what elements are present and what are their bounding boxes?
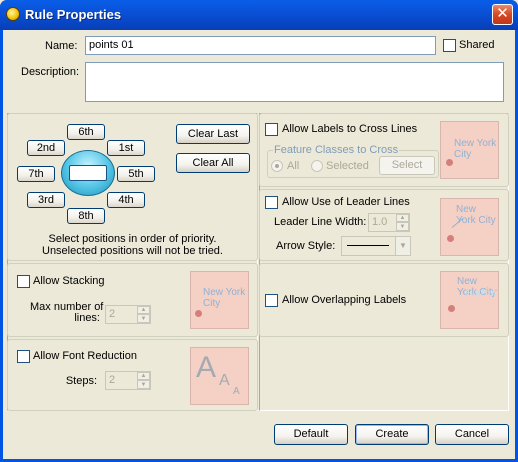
overlapping-preview-overlap: Hudson bbox=[465, 288, 499, 299]
font-reduction-preview-image: A A A bbox=[190, 347, 249, 405]
position-1st-button[interactable]: 1st bbox=[107, 140, 145, 156]
city-point-icon bbox=[447, 235, 454, 242]
city-point-icon bbox=[446, 159, 453, 166]
position-7th-button[interactable]: 7th bbox=[17, 166, 55, 182]
chevron-down-icon[interactable]: ▼ bbox=[395, 237, 410, 255]
steps-up-icon[interactable]: ▲ bbox=[137, 372, 150, 380]
default-button[interactable]: Default bbox=[274, 424, 348, 445]
arrow-style-label: Arrow Style: bbox=[276, 240, 336, 252]
leader-width-label: Leader Line Width: bbox=[274, 216, 367, 228]
cross-lines-preview-image: New York City bbox=[440, 121, 499, 179]
font-preview-large: A bbox=[196, 351, 217, 384]
allow-leader-lines-label: Allow Use of Leader Lines bbox=[282, 196, 410, 208]
arrow-style-line-icon bbox=[347, 245, 389, 246]
allow-overlapping-label: Allow Overlapping Labels bbox=[282, 294, 407, 306]
allow-font-reduction-label: Allow Font Reduction bbox=[33, 350, 137, 362]
leader-lines-preview-text: New York City bbox=[456, 204, 496, 226]
allow-cross-lines-label: Allow Labels to Cross Lines bbox=[282, 123, 418, 135]
close-icon: ✕ bbox=[496, 5, 509, 22]
overlapping-preview-image: New York City Hudson bbox=[440, 271, 499, 329]
font-preview-medium: A bbox=[219, 372, 230, 389]
leader-lines-preview-image: New York City bbox=[440, 198, 499, 256]
title-bar[interactable]: Rule Properties ✕ bbox=[0, 0, 518, 30]
allow-cross-lines-checkbox[interactable] bbox=[265, 123, 278, 136]
city-point-icon bbox=[195, 310, 202, 317]
leader-width-down-icon[interactable]: ▼ bbox=[396, 222, 409, 231]
name-input[interactable]: points 01 bbox=[85, 36, 436, 55]
stacking-preview-image: New York City bbox=[190, 271, 249, 329]
max-lines-up-icon[interactable]: ▲ bbox=[137, 306, 150, 314]
rule-properties-window: Rule Properties ✕ Name: points 01 Shared… bbox=[0, 0, 518, 462]
window-title: Rule Properties bbox=[25, 7, 122, 22]
clear-all-button[interactable]: Clear All bbox=[176, 153, 250, 173]
selected-radio-label: Selected bbox=[326, 160, 369, 172]
stacking-preview-text: New York City bbox=[203, 287, 246, 309]
font-preview-small: A bbox=[233, 386, 240, 397]
position-5th-button[interactable]: 5th bbox=[117, 166, 155, 182]
allow-overlapping-checkbox[interactable] bbox=[265, 294, 278, 307]
close-button[interactable]: ✕ bbox=[492, 4, 513, 25]
position-3rd-button[interactable]: 3rd bbox=[27, 192, 65, 208]
all-radio[interactable] bbox=[271, 160, 283, 172]
position-hint-line2: Unselected positions will not be tried. bbox=[42, 245, 223, 257]
selected-radio[interactable] bbox=[311, 160, 323, 172]
leader-width-up-icon[interactable]: ▲ bbox=[396, 214, 409, 222]
cross-lines-preview-text: New York City bbox=[454, 138, 497, 160]
name-label: Name: bbox=[45, 40, 78, 52]
feature-classes-label: Feature Classes to Cross bbox=[273, 144, 400, 156]
app-icon bbox=[6, 7, 20, 21]
clear-last-button[interactable]: Clear Last bbox=[176, 124, 250, 144]
steps-value: 2 bbox=[109, 374, 116, 386]
create-button[interactable]: Create bbox=[355, 424, 429, 445]
all-radio-label: All bbox=[287, 160, 300, 172]
arrow-style-dropdown[interactable]: ▼ bbox=[341, 236, 411, 256]
max-lines-down-icon[interactable]: ▼ bbox=[137, 314, 150, 323]
cancel-button[interactable]: Cancel bbox=[435, 424, 509, 445]
allow-stacking-label: Allow Stacking bbox=[33, 275, 105, 287]
dialog-body: Name: points 01 Shared Description: 6th … bbox=[3, 30, 515, 459]
position-6th-button[interactable]: 6th bbox=[67, 124, 105, 140]
city-point-icon bbox=[448, 305, 455, 312]
shared-checkbox[interactable] bbox=[443, 39, 456, 52]
steps-down-icon[interactable]: ▼ bbox=[137, 380, 150, 389]
allow-font-reduction-checkbox[interactable] bbox=[17, 350, 30, 363]
position-8th-button[interactable]: 8th bbox=[67, 208, 105, 224]
leader-width-value: 1.0 bbox=[372, 216, 388, 228]
max-lines-label-line2: lines: bbox=[74, 312, 100, 324]
position-hint-line1: Select positions in order of priority. bbox=[48, 233, 217, 245]
allow-stacking-checkbox[interactable] bbox=[17, 275, 30, 288]
position-2nd-button[interactable]: 2nd bbox=[27, 140, 65, 156]
center-position-button[interactable] bbox=[69, 165, 107, 181]
shared-label: Shared bbox=[459, 39, 495, 51]
steps-label: Steps: bbox=[65, 375, 97, 387]
select-feature-classes-button[interactable]: Select bbox=[379, 156, 435, 175]
max-lines-value: 2 bbox=[109, 308, 116, 320]
allow-leader-lines-checkbox[interactable] bbox=[265, 196, 278, 209]
description-input[interactable] bbox=[85, 62, 504, 102]
position-4th-button[interactable]: 4th bbox=[107, 192, 145, 208]
description-label: Description: bbox=[21, 66, 80, 78]
